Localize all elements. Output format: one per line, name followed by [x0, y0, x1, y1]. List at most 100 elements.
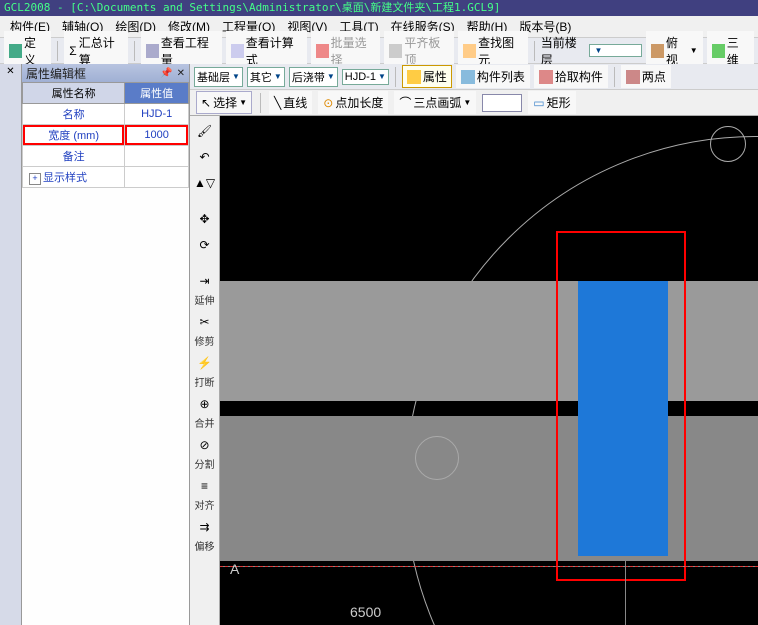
chevron-down-icon: ▼: [594, 46, 602, 55]
move-icon: ✥: [199, 212, 209, 226]
chevron-down-icon: ▼: [690, 46, 698, 55]
col-value: 属性值: [125, 83, 189, 104]
subtype-combo[interactable]: 后浇带▼: [289, 67, 338, 87]
define-icon: [9, 44, 22, 58]
canvas-wrap: 🖌 ↶ ▲▽ ✥ ⟳ ⇥ 延伸 ✂ 修剪 ⚡ 打断 ⊕ 合并 ⊘ 分割 ≡ 对齐…: [190, 116, 758, 625]
drawing-canvas[interactable]: A 6500: [220, 116, 758, 625]
line-button[interactable]: ╲ 直线: [269, 91, 312, 114]
select-button[interactable]: ↖ 选择 ▼: [196, 91, 252, 114]
undo-icon: ↶: [199, 150, 209, 164]
rotate-icon: ⟳: [199, 238, 209, 252]
separator: [134, 41, 135, 61]
pick-button[interactable]: 拾取构件: [534, 65, 608, 88]
dropdown[interactable]: [482, 94, 522, 112]
component-toolbar: 基础层▼ 其它▼ 后浇带▼ HJD-1▼ 属性 构件列表 拾取构件 两点: [190, 64, 758, 90]
list-icon: [461, 70, 475, 84]
expand-icon[interactable]: +: [29, 173, 41, 185]
complist-button[interactable]: 构件列表: [456, 65, 530, 88]
draw-toolbar: ↖ 选择 ▼ ╲ 直线 ⊙ 点加长度 ⌒ 三点画弧 ▼ ▭ 矩形: [190, 90, 758, 116]
chevron-down-icon: ▼: [463, 98, 471, 107]
name-combo[interactable]: HJD-1▼: [342, 69, 389, 85]
property-table: 属性名称 属性值 名称 HJD-1 宽度 (mm) 1000 备注 +显示样式: [22, 82, 189, 188]
arc-icon: ⌒: [399, 94, 411, 111]
line-icon: ╲: [274, 96, 281, 110]
twopt-icon: [626, 70, 640, 84]
separator: [260, 93, 261, 113]
canvas-area: 基础层▼ 其它▼ 后浇带▼ HJD-1▼ 属性 构件列表 拾取构件 两点: [190, 64, 758, 625]
twopt-button[interactable]: 两点: [621, 65, 671, 88]
undo-button[interactable]: ↶: [194, 146, 216, 168]
brush-button[interactable]: 🖌: [194, 120, 216, 142]
glasses-icon: [146, 44, 159, 58]
break-label: 打断: [195, 378, 215, 389]
property-panel: 属性编辑框 📌 ✕ 属性名称 属性值 名称 HJD-1 宽度 (mm) 1000…: [22, 64, 190, 625]
type-combo[interactable]: 其它▼: [247, 67, 285, 87]
chevron-down-icon: ▼: [239, 98, 247, 107]
separator: [534, 41, 535, 61]
pin-icon[interactable]: 📌: [160, 68, 172, 79]
axis-label-a: A: [230, 561, 239, 577]
rotate-button[interactable]: ⟳: [194, 234, 216, 256]
batch-icon: [316, 44, 329, 58]
break-icon: ⚡: [197, 356, 212, 370]
rect-button[interactable]: ▭ 矩形: [528, 91, 575, 114]
flatten-icon: [389, 44, 402, 58]
separator: [57, 41, 58, 61]
axis-marker: [710, 126, 746, 162]
dimension-label: 6500: [350, 604, 381, 620]
point-icon: ⊙: [323, 96, 333, 110]
axis-line: [220, 566, 758, 567]
break-button[interactable]: ⚡: [194, 352, 216, 374]
split-label: 分割: [195, 460, 215, 471]
merge-icon: ⊕: [199, 397, 209, 411]
cube-icon: [651, 44, 664, 58]
merge-label: 合并: [195, 419, 215, 430]
chevron-down-icon: ▼: [327, 72, 335, 81]
table-row[interactable]: 名称 HJD-1: [23, 104, 189, 125]
offset-button[interactable]: ⇉: [194, 516, 216, 538]
trim-label: 修剪: [195, 337, 215, 348]
move-button[interactable]: ✥: [194, 208, 216, 230]
offset-label: 偏移: [195, 542, 215, 553]
separator: [614, 67, 615, 87]
addpt-button[interactable]: ⊙ 点加长度: [318, 91, 388, 114]
merge-button[interactable]: ⊕: [194, 393, 216, 415]
close-icon[interactable]: ✕: [177, 68, 185, 79]
axis-marker: [415, 436, 459, 480]
vertical-toolbar: 🖌 ↶ ▲▽ ✥ ⟳ ⇥ 延伸 ✂ 修剪 ⚡ 打断 ⊕ 合并 ⊘ 分割 ≡ 对齐…: [190, 116, 220, 625]
close-icon[interactable]: ✕: [6, 66, 14, 77]
chevron-down-icon: ▼: [378, 72, 386, 81]
left-dock: ✕: [0, 64, 22, 625]
property-header: 属性编辑框 📌 ✕: [22, 64, 189, 82]
chevron-down-icon: ▼: [232, 72, 240, 81]
pick-icon: [539, 70, 553, 84]
table-row[interactable]: +显示样式: [23, 167, 189, 188]
mirror-button[interactable]: ▲▽: [194, 172, 216, 194]
layer-combo[interactable]: 基础层▼: [194, 67, 243, 87]
extend-label: 延伸: [195, 296, 215, 307]
trim-button[interactable]: ✂: [194, 311, 216, 333]
table-row[interactable]: 备注: [23, 146, 189, 167]
arc-button[interactable]: ⌒ 三点画弧 ▼: [394, 91, 476, 114]
brush-icon: 🖌: [197, 124, 212, 138]
doc-icon: [231, 44, 244, 58]
split-button[interactable]: ⊘: [194, 434, 216, 456]
chevron-down-icon: ▼: [274, 72, 282, 81]
col-name: 属性名称: [23, 83, 125, 104]
axis-line: [625, 556, 626, 625]
property-button[interactable]: 属性: [402, 65, 452, 88]
split-icon: ⊘: [199, 438, 209, 452]
rect-icon: ▭: [533, 96, 544, 110]
selection-highlight: [556, 231, 686, 581]
curfloor-combo[interactable]: ▼: [589, 44, 642, 57]
extend-button[interactable]: ⇥: [194, 270, 216, 292]
separator: [395, 67, 396, 87]
extend-icon: ⇥: [199, 274, 209, 288]
sigma-icon: Σ: [69, 44, 76, 58]
align-button[interactable]: ≡: [194, 475, 216, 497]
table-row[interactable]: 宽度 (mm) 1000: [23, 125, 189, 146]
mirror-icon: ▲▽: [194, 176, 215, 190]
titlebar: GCL2008 - [C:\Documents and Settings\Adm…: [0, 0, 758, 16]
curfloor-label: 当前楼层: [541, 34, 586, 68]
main-toolbar: 定义 Σ 汇总计算 查看工程量 查看计算式 批量选择 平齐板顶 查找图元 当前楼…: [0, 38, 758, 64]
